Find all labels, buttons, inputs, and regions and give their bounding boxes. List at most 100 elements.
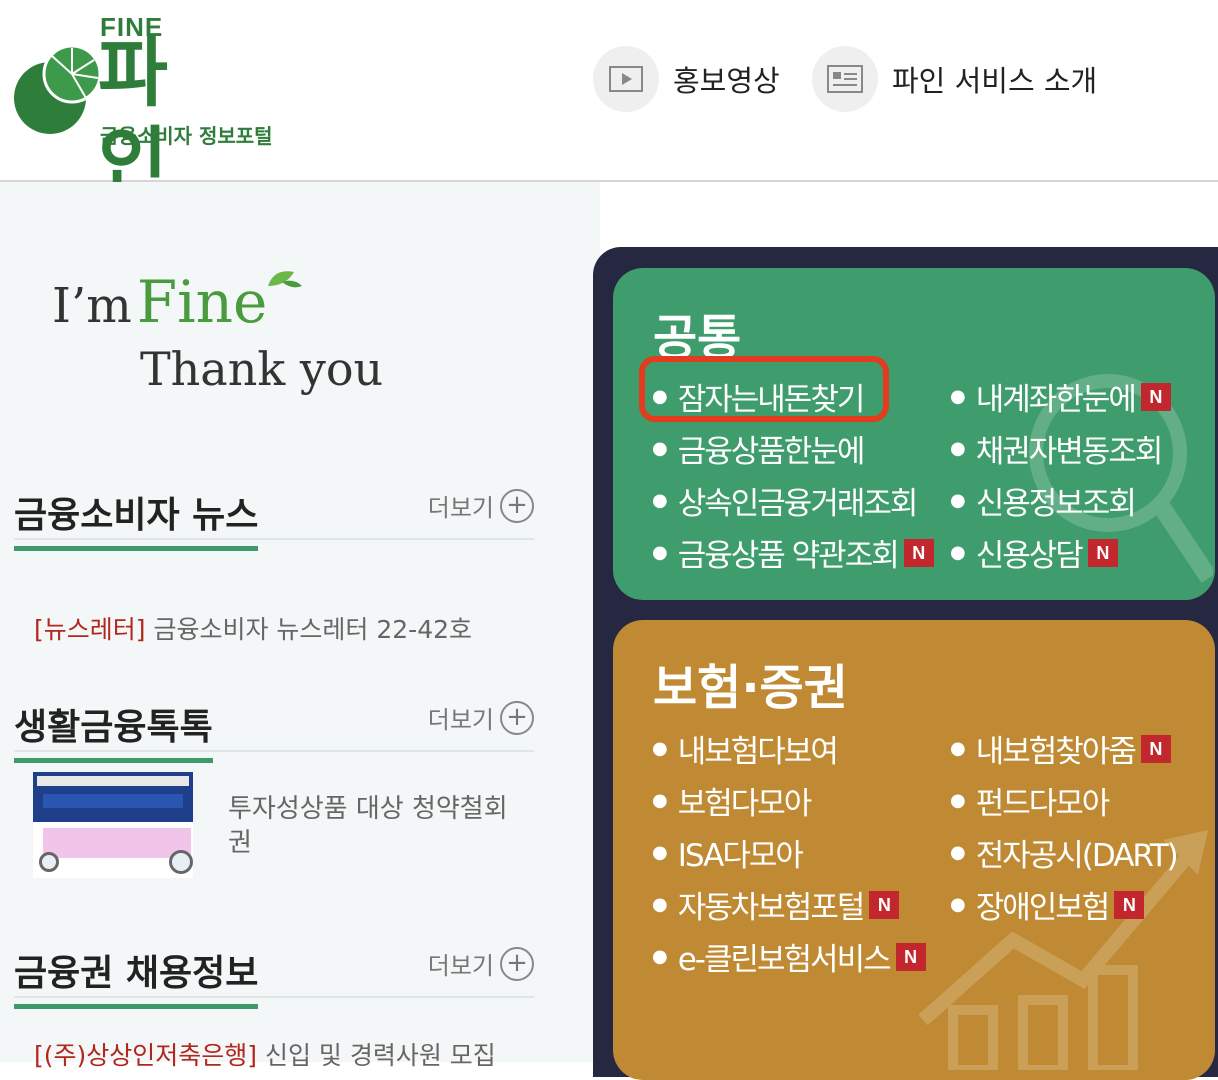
- insurance-item-insurance-compare[interactable]: ● 보험다모아: [652, 778, 813, 823]
- news-section-title: 금융소비자 뉴스: [14, 486, 259, 551]
- insurance-item-dart[interactable]: ● 전자공시(DART): [950, 830, 1179, 875]
- promo-video-button[interactable]: 홍보영상: [593, 46, 780, 112]
- logo-main-text: 파 인: [98, 28, 182, 207]
- plus-icon: +: [500, 946, 534, 981]
- common-item-credit-info[interactable]: ● 신용정보조회: [950, 478, 1137, 523]
- item-label: ISA다모아: [677, 838, 804, 874]
- logo-subtitle: 금융소비자 정보포털: [100, 124, 273, 148]
- bullet: ●: [652, 738, 668, 759]
- new-badge: N: [1140, 734, 1171, 763]
- common-item-inheritance-inquiry[interactable]: ● 상속인금융거래조회: [652, 478, 919, 523]
- insurance-card-title: 보험·증권: [653, 660, 848, 716]
- bullet: ●: [950, 438, 966, 459]
- life-more-button[interactable]: 더보기 +: [428, 700, 534, 735]
- item-label: 잠자는내돈찾기: [677, 382, 866, 418]
- section-divider: [14, 538, 534, 540]
- news-more-button[interactable]: 더보기 +: [428, 488, 534, 523]
- plus-icon: +: [500, 700, 534, 735]
- jobs-section: 금융권 채용정보 더보기 +: [14, 944, 534, 1009]
- life-item-thumbnail[interactable]: [33, 772, 193, 878]
- document-icon: [812, 46, 878, 112]
- news-item-text: 금융소비자 뉴스레터 22-42호: [153, 615, 473, 644]
- thumbnail-body: [43, 828, 191, 858]
- new-badge: N: [895, 942, 926, 971]
- life-item-text[interactable]: 투자성상품 대상 청약철회권: [228, 792, 518, 860]
- thumbnail-strip: [37, 776, 189, 786]
- insurance-item-disability-insurance[interactable]: ● 장애인보험 N: [950, 882, 1145, 927]
- tagline-im: I’m: [52, 278, 132, 334]
- common-item-terms-inquiry[interactable]: ● 금융상품 약관조회 N: [652, 530, 934, 575]
- news-item[interactable]: [뉴스레터] 금융소비자 뉴스레터 22-42호: [34, 610, 472, 646]
- section-divider: [14, 750, 534, 752]
- site-header: FINE 파 인 금융소비자 정보포털 홍보영상 파인 서비스 소개: [0, 0, 1218, 207]
- thumbnail-title-bar: [43, 794, 183, 808]
- item-label: 금융상품 약관조회: [677, 538, 900, 574]
- service-intro-label: 파인 서비스 소개: [892, 64, 1098, 98]
- common-item-credit-counsel[interactable]: ● 신용상담 N: [950, 530, 1118, 575]
- bullet: ●: [652, 386, 668, 407]
- jobs-item[interactable]: [(주)상상인저축은행] 신입 및 경력사원 모집: [34, 1036, 496, 1072]
- insurance-item-auto-insurance[interactable]: ● 자동차보험포털 N: [652, 882, 900, 927]
- new-badge: N: [1087, 538, 1118, 567]
- news-section: 금융소비자 뉴스 더보기 +: [14, 486, 534, 551]
- item-label: 펀드다모아: [975, 786, 1111, 822]
- insurance-item-my-insurance[interactable]: ● 내보험다보여: [652, 726, 839, 771]
- bullet: ●: [950, 542, 966, 563]
- item-label: e-클린보험서비스: [677, 942, 892, 978]
- new-badge: N: [1114, 890, 1145, 919]
- item-label: 장애인보험: [975, 890, 1111, 926]
- bullet: ●: [652, 894, 668, 915]
- life-more-label: 더보기: [427, 706, 494, 734]
- service-intro-button[interactable]: 파인 서비스 소개: [812, 46, 1097, 112]
- common-item-product-overview[interactable]: ● 금융상품한눈에: [652, 426, 866, 471]
- bullet: ●: [652, 542, 668, 563]
- life-finance-section: 생활금융톡톡 더보기 +: [14, 698, 534, 763]
- bullet: ●: [652, 842, 668, 863]
- item-label: 전자공시(DART): [975, 838, 1179, 874]
- jobs-more-label: 더보기: [427, 952, 494, 980]
- common-item-my-accounts[interactable]: ● 내계좌한눈에 N: [950, 374, 1171, 419]
- item-label: 내계좌한눈에: [975, 382, 1137, 418]
- leaf-icon: [268, 271, 302, 288]
- item-label: 자동차보험포털: [677, 890, 866, 926]
- bullet: ●: [950, 894, 966, 915]
- common-item-creditor-change[interactable]: ● 채권자변동조회: [950, 426, 1164, 471]
- news-item-tag: [뉴스레터]: [34, 615, 146, 644]
- tagline: I’m Fine Thank you: [52, 268, 383, 396]
- plus-icon: +: [500, 488, 534, 523]
- insurance-item-e-clean[interactable]: ● e-클린보험서비스 N: [652, 934, 926, 979]
- new-badge: N: [1140, 382, 1171, 411]
- bullet: ●: [950, 790, 966, 811]
- logo-circles-icon: [14, 44, 102, 134]
- insurance-item-isa-compare[interactable]: ● ISA다모아: [652, 830, 804, 875]
- jobs-more-button[interactable]: 더보기 +: [428, 946, 534, 981]
- jobs-section-title: 금융권 채용정보: [14, 944, 259, 1009]
- bullet: ●: [652, 490, 668, 511]
- insurance-item-fund-compare[interactable]: ● 펀드다모아: [950, 778, 1111, 823]
- item-label: 신용정보조회: [975, 486, 1137, 522]
- magnifier-icon: [169, 850, 193, 874]
- item-label: 채권자변동조회: [975, 434, 1164, 470]
- item-label: 보험다모아: [677, 786, 813, 822]
- insurance-item-find-insurance[interactable]: ● 내보험찾아줌 N: [950, 726, 1171, 771]
- bullet: ●: [950, 386, 966, 407]
- jobs-item-text: 신입 및 경력사원 모집: [264, 1041, 496, 1070]
- news-more-label: 더보기: [427, 494, 494, 522]
- fine-logo[interactable]: FINE 파 인 금융소비자 정보포털: [12, 10, 282, 207]
- section-divider: [14, 996, 534, 998]
- jobs-item-tag: [(주)상상인저축은행]: [34, 1041, 258, 1070]
- item-label: 내보험다보여: [677, 734, 839, 770]
- promo-video-label: 홍보영상: [673, 64, 780, 98]
- tagline-fine: Fine: [136, 268, 268, 336]
- item-label: 금융상품한눈에: [677, 434, 866, 470]
- bullet: ●: [950, 490, 966, 511]
- bullet: ●: [652, 438, 668, 459]
- item-label: 신용상담: [975, 538, 1084, 574]
- bullet: ●: [652, 790, 668, 811]
- tagline-thank-you: Thank you: [140, 342, 384, 396]
- item-label: 내보험찾아줌: [975, 734, 1137, 770]
- play-icon: [593, 46, 659, 112]
- item-label: 상속인금융거래조회: [677, 486, 919, 522]
- new-badge: N: [869, 890, 900, 919]
- common-item-dormant-money[interactable]: ● 잠자는내돈찾기: [652, 374, 866, 419]
